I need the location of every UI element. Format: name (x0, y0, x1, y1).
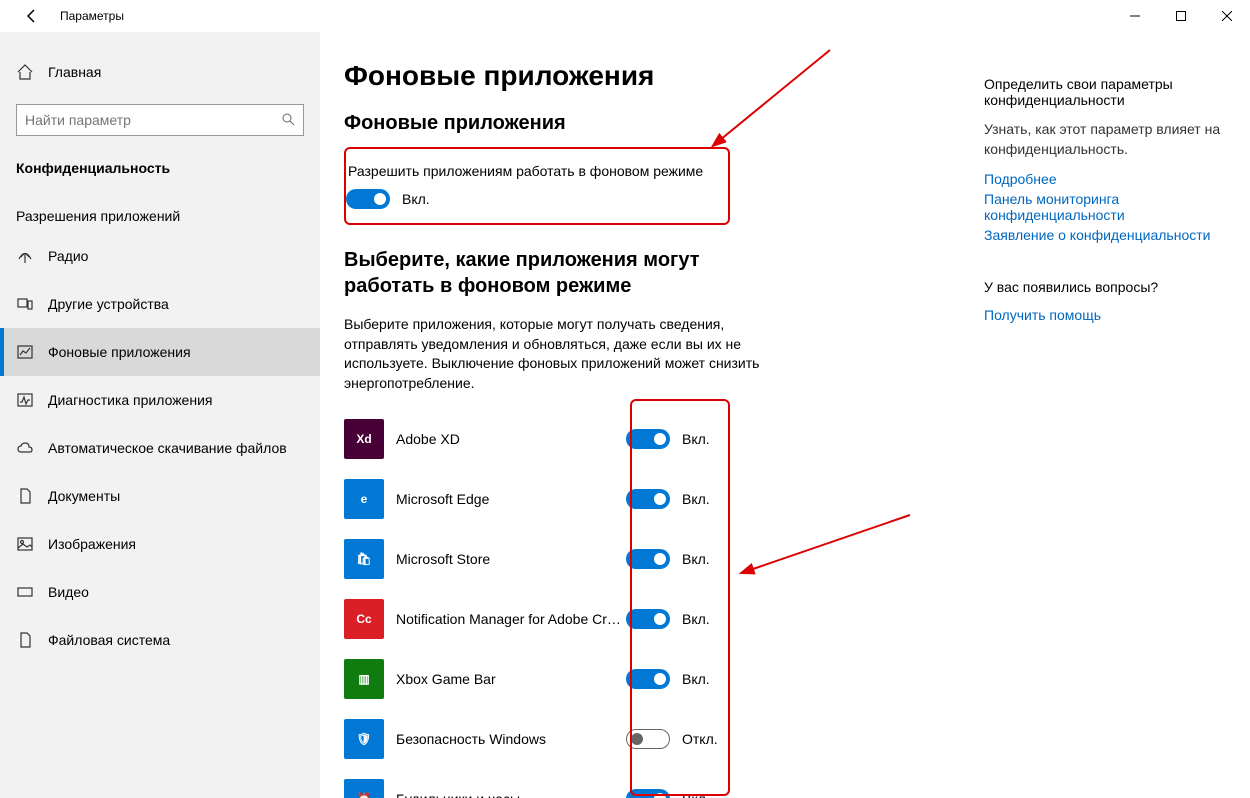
app-toggle[interactable] (626, 789, 670, 798)
sidebar-item-label: Видео (48, 584, 89, 600)
app-name: Adobe XD (396, 431, 626, 447)
app-row: 🛡 Безопасность Windows Откл. (344, 709, 984, 769)
app-row: e Microsoft Edge Вкл. (344, 469, 984, 529)
app-toggle-label: Вкл. (682, 791, 710, 798)
page-title: Фоновые приложения (344, 60, 984, 92)
app-toggle-label: Вкл. (682, 551, 710, 567)
sidebar-item-label: Изображения (48, 536, 136, 552)
sidebar-item-2[interactable]: Фоновые приложения (0, 328, 320, 376)
app-icon: e (344, 479, 384, 519)
info-title: Определить свои параметры конфиденциальн… (984, 76, 1234, 108)
sidebar-item-5[interactable]: Документы (0, 472, 320, 520)
sidebar-nav-list: Радио Другие устройства Фоновые приложения… (0, 232, 320, 664)
sidebar-item-icon (16, 295, 48, 313)
app-icon: ▥ (344, 659, 384, 699)
app-toggle-label: Откл. (682, 731, 718, 747)
sidebar-item-label: Диагностика приложения (48, 392, 212, 408)
info-sub: Узнать, как этот параметр влияет на конф… (984, 120, 1234, 159)
section-title-1: Фоновые приложения (344, 112, 984, 135)
master-toggle-callout: Разрешить приложениям работать в фоновом… (344, 147, 730, 225)
app-icon: ⏰ (344, 779, 384, 798)
section-desc: Выберите приложения, которые могут получ… (344, 315, 774, 393)
info-q-label: У вас появились вопросы? (984, 279, 1234, 295)
app-toggle-label: Вкл. (682, 611, 710, 627)
sidebar-item-icon (16, 583, 48, 601)
close-button[interactable] (1204, 0, 1250, 32)
master-toggle-label: Вкл. (402, 191, 430, 207)
sidebar-item-label: Фоновые приложения (48, 344, 191, 360)
app-name: Microsoft Edge (396, 491, 626, 507)
app-toggle[interactable] (626, 429, 670, 449)
app-toggle[interactable] (626, 609, 670, 629)
minimize-button[interactable] (1112, 0, 1158, 32)
app-name: Будильники и часы (396, 791, 626, 798)
sidebar-item-6[interactable]: Изображения (0, 520, 320, 568)
allow-label: Разрешить приложениям работать в фоновом… (346, 163, 712, 179)
sidebar-item-icon (16, 391, 48, 409)
sidebar-item-label: Файловая система (48, 632, 170, 648)
app-row: Xd Adobe XD Вкл. (344, 409, 984, 469)
back-arrow-icon (24, 8, 40, 24)
app-row: Cc Notification Manager for Adobe Cre… Вкл… (344, 589, 984, 649)
maximize-button[interactable] (1158, 0, 1204, 32)
sidebar-item-icon (16, 439, 48, 457)
sidebar-item-4[interactable]: Автоматическое скачивание файлов (0, 424, 320, 472)
app-row: ▥ Xbox Game Bar Вкл. (344, 649, 984, 709)
master-toggle[interactable] (346, 189, 390, 209)
back-button[interactable] (16, 8, 48, 24)
app-name: Notification Manager for Adobe Cre… (396, 611, 626, 627)
sidebar-group-label: Разрешения приложений (0, 200, 320, 232)
info-panel: Определить свои параметры конфиденциальн… (984, 60, 1234, 798)
sidebar-item-label: Документы (48, 488, 120, 504)
app-icon: 🛍 (344, 539, 384, 579)
sidebar-category: Конфиденциальность (0, 152, 320, 184)
home-icon (16, 63, 48, 81)
info-link-1[interactable]: Панель мониторинга конфиденциальности (984, 191, 1234, 223)
search-icon (281, 112, 295, 129)
app-row: 🛍 Microsoft Store Вкл. (344, 529, 984, 589)
app-name: Xbox Game Bar (396, 671, 626, 687)
home-label: Главная (48, 64, 101, 80)
sidebar-item-icon (16, 535, 48, 553)
app-list: Xd Adobe XD Вкл. e Microsoft Edge Вкл. 🛍 Micros… (344, 409, 984, 798)
app-name: Безопасность Windows (396, 731, 626, 747)
sidebar-item-1[interactable]: Другие устройства (0, 280, 320, 328)
app-toggle[interactable] (626, 669, 670, 689)
app-icon: Cc (344, 599, 384, 639)
sidebar-item-label: Радио (48, 248, 88, 264)
app-icon: 🛡 (344, 719, 384, 759)
app-toggle-label: Вкл. (682, 671, 710, 687)
sidebar-item-icon (16, 487, 48, 505)
app-toggle-label: Вкл. (682, 431, 710, 447)
section-title-2: Выберите, какие приложения могут работат… (344, 247, 774, 299)
app-toggle[interactable] (626, 489, 670, 509)
info-link-2[interactable]: Заявление о конфиденциальности (984, 227, 1234, 243)
info-link-0[interactable]: Подробнее (984, 171, 1234, 187)
sidebar-item-label: Автоматическое скачивание файлов (48, 440, 287, 456)
app-row: ⏰ Будильники и часы Вкл. (344, 769, 984, 798)
main-content: Фоновые приложения Фоновые приложения Ра… (320, 32, 1250, 798)
window-controls (1112, 0, 1250, 32)
sidebar-item-3[interactable]: Диагностика приложения (0, 376, 320, 424)
sidebar-item-7[interactable]: Видео (0, 568, 320, 616)
app-toggle-label: Вкл. (682, 491, 710, 507)
app-toggle[interactable] (626, 729, 670, 749)
app-icon: Xd (344, 419, 384, 459)
sidebar-item-icon (16, 247, 48, 265)
sidebar-home[interactable]: Главная (0, 48, 320, 96)
titlebar: Параметры (0, 0, 1250, 32)
window-title: Параметры (60, 9, 124, 23)
app-name: Microsoft Store (396, 551, 626, 567)
sidebar-item-8[interactable]: Файловая система (0, 616, 320, 664)
sidebar-item-icon (16, 631, 48, 649)
sidebar-item-icon (16, 343, 48, 361)
search-input[interactable] (25, 112, 281, 128)
sidebar-item-0[interactable]: Радио (0, 232, 320, 280)
sidebar-item-label: Другие устройства (48, 296, 169, 312)
info-q-link[interactable]: Получить помощь (984, 307, 1234, 323)
app-toggle[interactable] (626, 549, 670, 569)
sidebar: Главная Конфиденциальность Разрешения пр… (0, 32, 320, 798)
search-box[interactable] (16, 104, 304, 136)
